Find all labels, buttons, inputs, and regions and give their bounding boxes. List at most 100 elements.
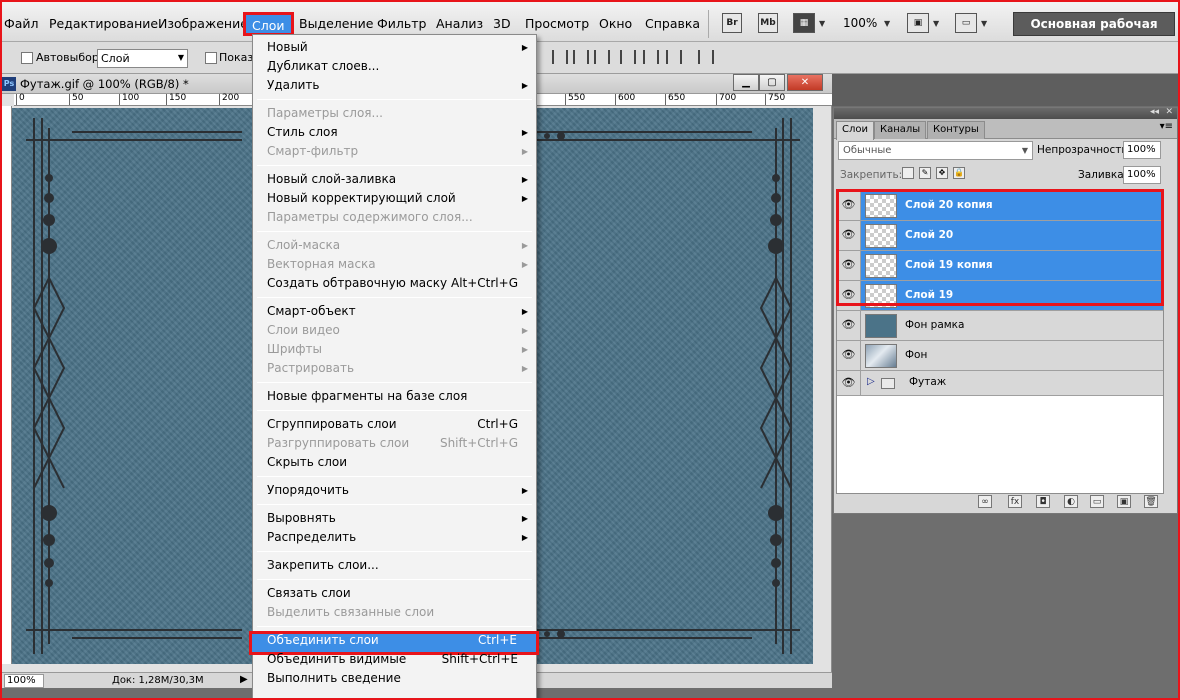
menu-item-label: Смарт-фильтр <box>267 144 359 158</box>
minimize-button[interactable]: ▁ <box>733 74 759 91</box>
layer-row[interactable]: 👁 Слой 19 копия <box>837 251 1163 281</box>
panel-footer: ∞ fx ◘ ◐ ▭ ▣ 🗑 <box>834 493 1177 513</box>
distribute-icon[interactable] <box>666 50 682 64</box>
eye-icon[interactable]: 👁 <box>837 341 861 370</box>
eye-icon[interactable]: 👁 <box>837 281 861 310</box>
adjustment-icon[interactable]: ◐ <box>1064 495 1078 508</box>
new-layer-icon[interactable]: ▣ <box>1117 495 1131 508</box>
menu-item[interactable]: Закрепить слои... <box>253 556 536 575</box>
align-icon[interactable] <box>573 50 589 64</box>
menu-help[interactable]: Справка <box>645 16 700 31</box>
distribute-icon[interactable] <box>643 50 659 64</box>
blend-mode-select[interactable]: Обычные ▼ <box>838 141 1033 160</box>
eye-icon[interactable]: 👁 <box>837 311 861 340</box>
menu-window[interactable]: Окно <box>599 16 632 31</box>
bridge-icon[interactable]: Br <box>722 13 742 33</box>
menu-item[interactable]: Новый корректирующий слой ▶ <box>253 189 536 208</box>
menu-item[interactable]: Новый слой-заливка ▶ <box>253 170 536 189</box>
close-button[interactable]: ✕ <box>787 74 823 91</box>
menu-filter[interactable]: Фильтр <box>377 16 426 31</box>
chevron-down-icon[interactable]: ▼ <box>981 19 987 28</box>
maximize-button[interactable]: ▢ <box>759 74 785 91</box>
tab-layers[interactable]: Слои <box>836 121 874 140</box>
menu-item[interactable]: Распределить ▶ <box>253 528 536 547</box>
menu-edit[interactable]: Редактирование <box>49 16 158 31</box>
lock-all-icon[interactable]: 🔒 <box>953 167 965 179</box>
menu-3d[interactable]: 3D <box>493 16 511 31</box>
menu-layers[interactable]: Слои <box>243 12 294 36</box>
menu-item[interactable]: Новые фрагменты на базе слоя <box>253 387 536 406</box>
autoselect-target-select[interactable]: Слой ▼ <box>97 49 188 68</box>
auto-align-icon[interactable] <box>698 50 714 64</box>
layer-group-row[interactable]: 👁 ▷ Футаж <box>837 371 1163 396</box>
menu-view[interactable]: Просмотр <box>525 16 589 31</box>
panel-titlebar[interactable]: ◂◂ ✕ <box>834 107 1177 119</box>
tab-paths[interactable]: Контуры <box>927 121 985 139</box>
chevron-down-icon[interactable]: ▼ <box>933 19 939 28</box>
menu-item[interactable]: Удалить ▶ <box>253 76 536 95</box>
menu-item[interactable]: Сгруппировать слои Ctrl+G <box>253 415 536 434</box>
screen-mode-icon[interactable]: ▭ <box>955 13 977 33</box>
menu-select[interactable]: Выделение <box>299 16 373 31</box>
lock-pixels-icon[interactable]: ✎ <box>919 167 931 179</box>
fx-icon[interactable]: fx <box>1008 495 1022 508</box>
layer-row[interactable]: 👁 Фон рамка <box>837 311 1163 341</box>
menu-item[interactable]: Выровнять ▶ <box>253 509 536 528</box>
autoselect-checkbox[interactable] <box>21 52 33 64</box>
distribute-icon[interactable] <box>620 50 636 64</box>
minibridge-icon[interactable]: Mb <box>758 13 778 33</box>
close-icon[interactable]: ✕ <box>1165 107 1173 117</box>
eye-icon[interactable]: 👁 <box>837 371 861 395</box>
menu-item[interactable]: Выполнить сведение <box>253 669 536 688</box>
layer-row[interactable]: 👁 Слой 20 копия <box>837 191 1163 221</box>
fill-field[interactable]: 100% <box>1123 166 1161 184</box>
panel-menu-icon[interactable]: ▾≡ <box>1160 121 1173 132</box>
zoom-level[interactable]: 100% <box>843 16 877 30</box>
show-transform-checkbox[interactable] <box>205 52 217 64</box>
submenu-arrow-icon: ▶ <box>521 345 528 354</box>
menu-item[interactable]: Связать слои <box>253 584 536 603</box>
eye-icon[interactable]: 👁 <box>837 191 861 220</box>
menu-item[interactable]: Скрыть слои <box>253 453 536 472</box>
tab-channels[interactable]: Каналы <box>874 121 927 139</box>
menu-image[interactable]: Изображение <box>158 16 248 31</box>
status-menu-icon[interactable]: ▶ <box>240 674 248 685</box>
menu-item[interactable]: Смарт-объект ▶ <box>253 302 536 321</box>
menu-item-label: Слой-маска <box>267 238 341 252</box>
eye-icon[interactable]: 👁 <box>837 221 861 250</box>
submenu-arrow-icon: ▶ <box>521 175 528 184</box>
menu-file[interactable]: Файл <box>4 16 39 31</box>
menu-item-label: Стиль слоя <box>267 125 338 139</box>
chevron-down-icon[interactable]: ▼ <box>884 19 890 28</box>
menu-item[interactable]: Создать обтравочную маску Alt+Ctrl+G <box>253 274 536 293</box>
menu-analysis[interactable]: Анализ <box>436 16 483 31</box>
vertical-ruler[interactable] <box>0 106 12 664</box>
mask-icon[interactable]: ◘ <box>1036 495 1050 508</box>
zoom-field[interactable]: 100% <box>4 674 44 688</box>
opacity-field[interactable]: 100% <box>1123 141 1161 159</box>
align-icon[interactable] <box>594 50 610 64</box>
layer-row[interactable]: 👁 Слой 20 <box>837 221 1163 251</box>
menu-item[interactable]: Объединить видимые Shift+Ctrl+E <box>253 650 536 669</box>
eye-icon[interactable]: 👁 <box>837 251 861 280</box>
layer-row[interactable]: 👁 Слой 19 <box>837 281 1163 311</box>
layer-name: Фон рамка <box>905 319 965 331</box>
menu-item[interactable]: Новый ▶ <box>253 38 536 57</box>
select-value: Слой <box>101 52 130 65</box>
menu-item[interactable]: Упорядочить ▶ <box>253 481 536 500</box>
lock-position-icon[interactable]: ✥ <box>936 167 948 179</box>
folder-icon[interactable]: ▭ <box>1090 495 1104 508</box>
link-icon[interactable]: ∞ <box>978 495 992 508</box>
trash-icon[interactable]: 🗑 <box>1144 495 1158 508</box>
arrange-documents-icon[interactable]: ▣ <box>907 13 929 33</box>
expand-triangle-icon[interactable]: ▷ <box>867 376 875 387</box>
workspace-button[interactable]: Основная рабочая среда <box>1013 12 1175 53</box>
menu-item[interactable]: Стиль слоя ▶ <box>253 123 536 142</box>
menu-item[interactable]: Дубликат слоев... <box>253 57 536 76</box>
layer-row[interactable]: 👁 Фон <box>837 341 1163 371</box>
align-icon[interactable] <box>552 50 568 64</box>
view-extras-icon[interactable]: ▦ <box>793 13 815 33</box>
lock-transparency-icon[interactable] <box>902 167 914 179</box>
collapse-icon[interactable]: ◂◂ <box>1150 107 1159 117</box>
chevron-down-icon[interactable]: ▼ <box>819 19 825 28</box>
